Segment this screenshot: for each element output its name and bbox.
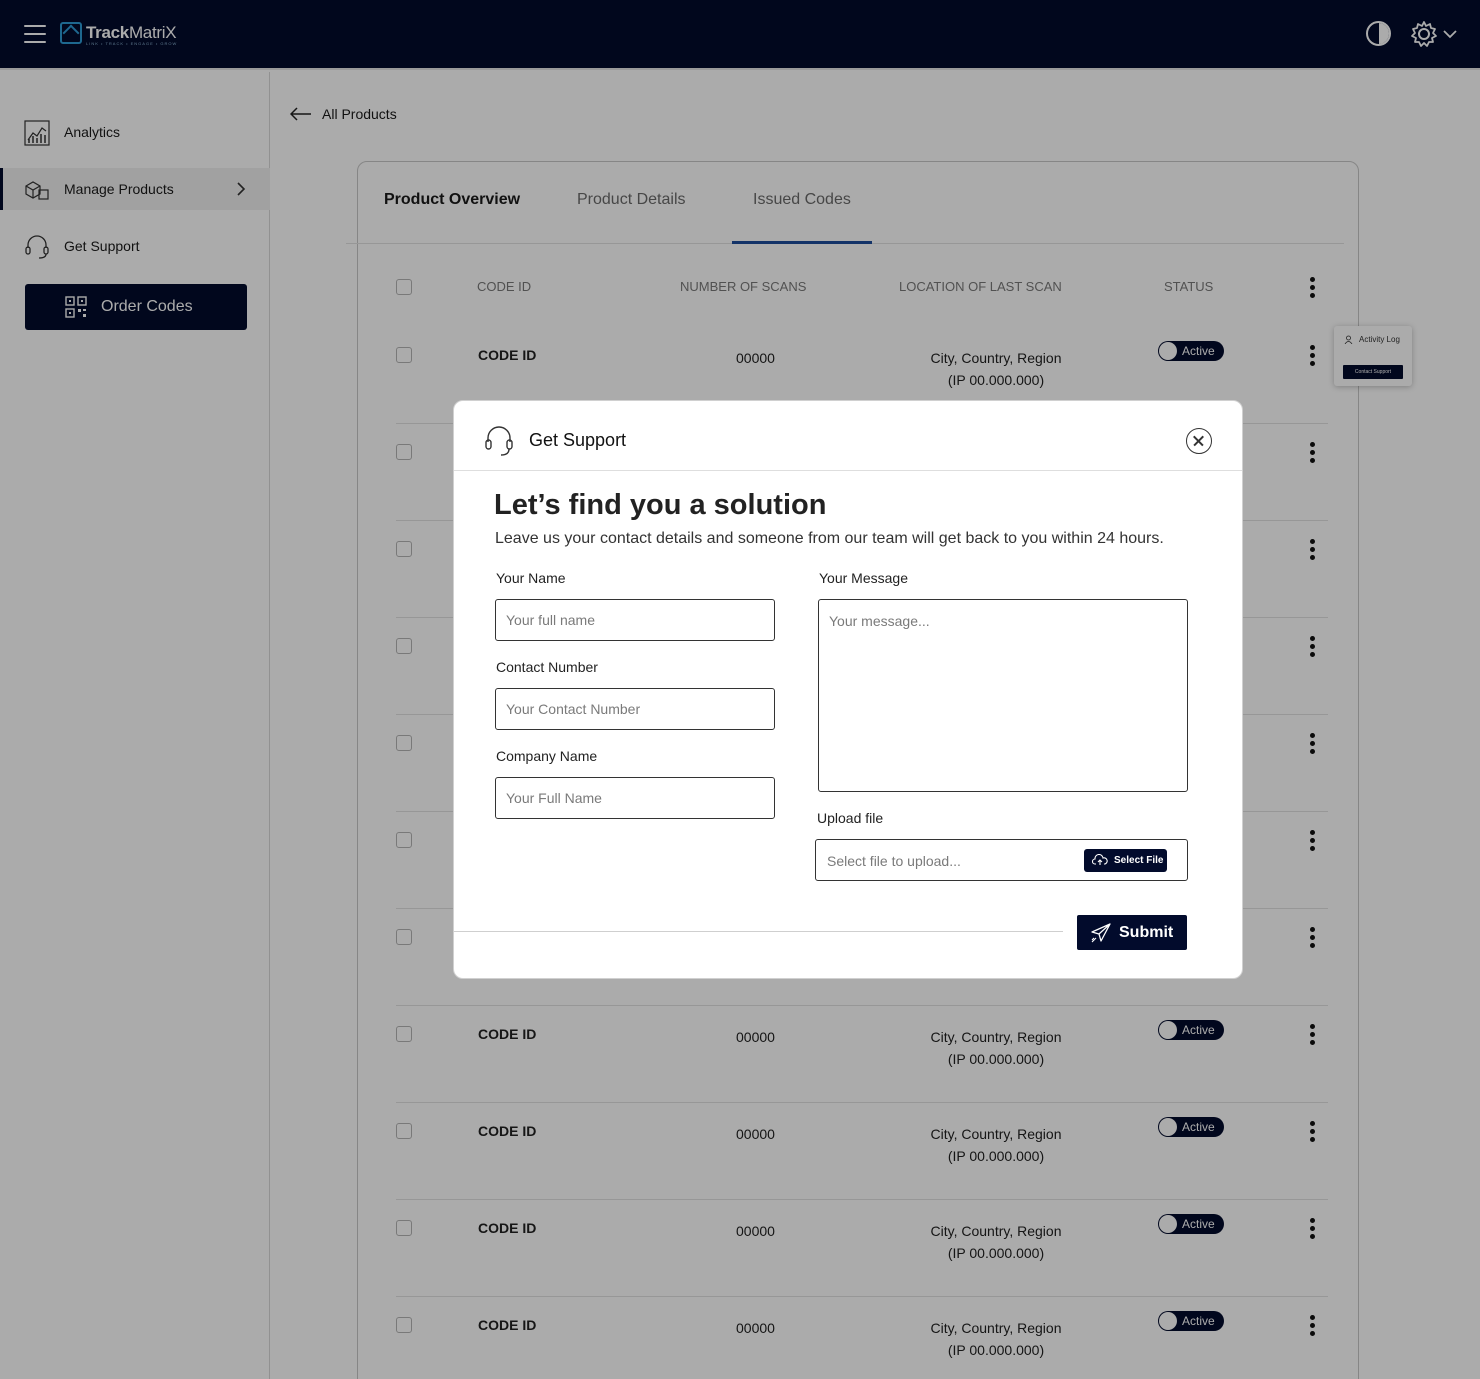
name-field[interactable] bbox=[495, 599, 775, 641]
upload-label: Upload file bbox=[817, 810, 884, 826]
headset-icon bbox=[485, 426, 513, 456]
message-field[interactable] bbox=[818, 599, 1188, 792]
footer-divider bbox=[454, 931, 1063, 932]
message-label: Your Message bbox=[819, 570, 908, 586]
modal-title: Get Support bbox=[529, 430, 627, 450]
upload-placeholder: Select file to upload... bbox=[827, 853, 961, 869]
modal-description: Leave us your contact details and someon… bbox=[495, 530, 1164, 547]
modal-headline: Let’s find you a solution bbox=[494, 489, 827, 521]
modal-header: Get Support bbox=[454, 401, 1242, 471]
company-label: Company Name bbox=[496, 748, 598, 764]
send-icon bbox=[1091, 923, 1111, 943]
select-file-button[interactable]: Select File bbox=[1084, 849, 1167, 872]
cloud-upload-icon bbox=[1092, 854, 1108, 865]
close-icon[interactable] bbox=[1186, 428, 1212, 454]
company-name-field[interactable] bbox=[495, 777, 775, 819]
get-support-modal: Get Support Let’s find you a solution Le… bbox=[453, 400, 1243, 979]
submit-button[interactable]: Submit bbox=[1077, 915, 1187, 950]
contact-label: Contact Number bbox=[496, 659, 598, 675]
contact-number-field[interactable] bbox=[495, 688, 775, 730]
name-label: Your Name bbox=[496, 570, 566, 586]
file-upload-field[interactable]: Select file to upload... Select File bbox=[815, 839, 1188, 881]
